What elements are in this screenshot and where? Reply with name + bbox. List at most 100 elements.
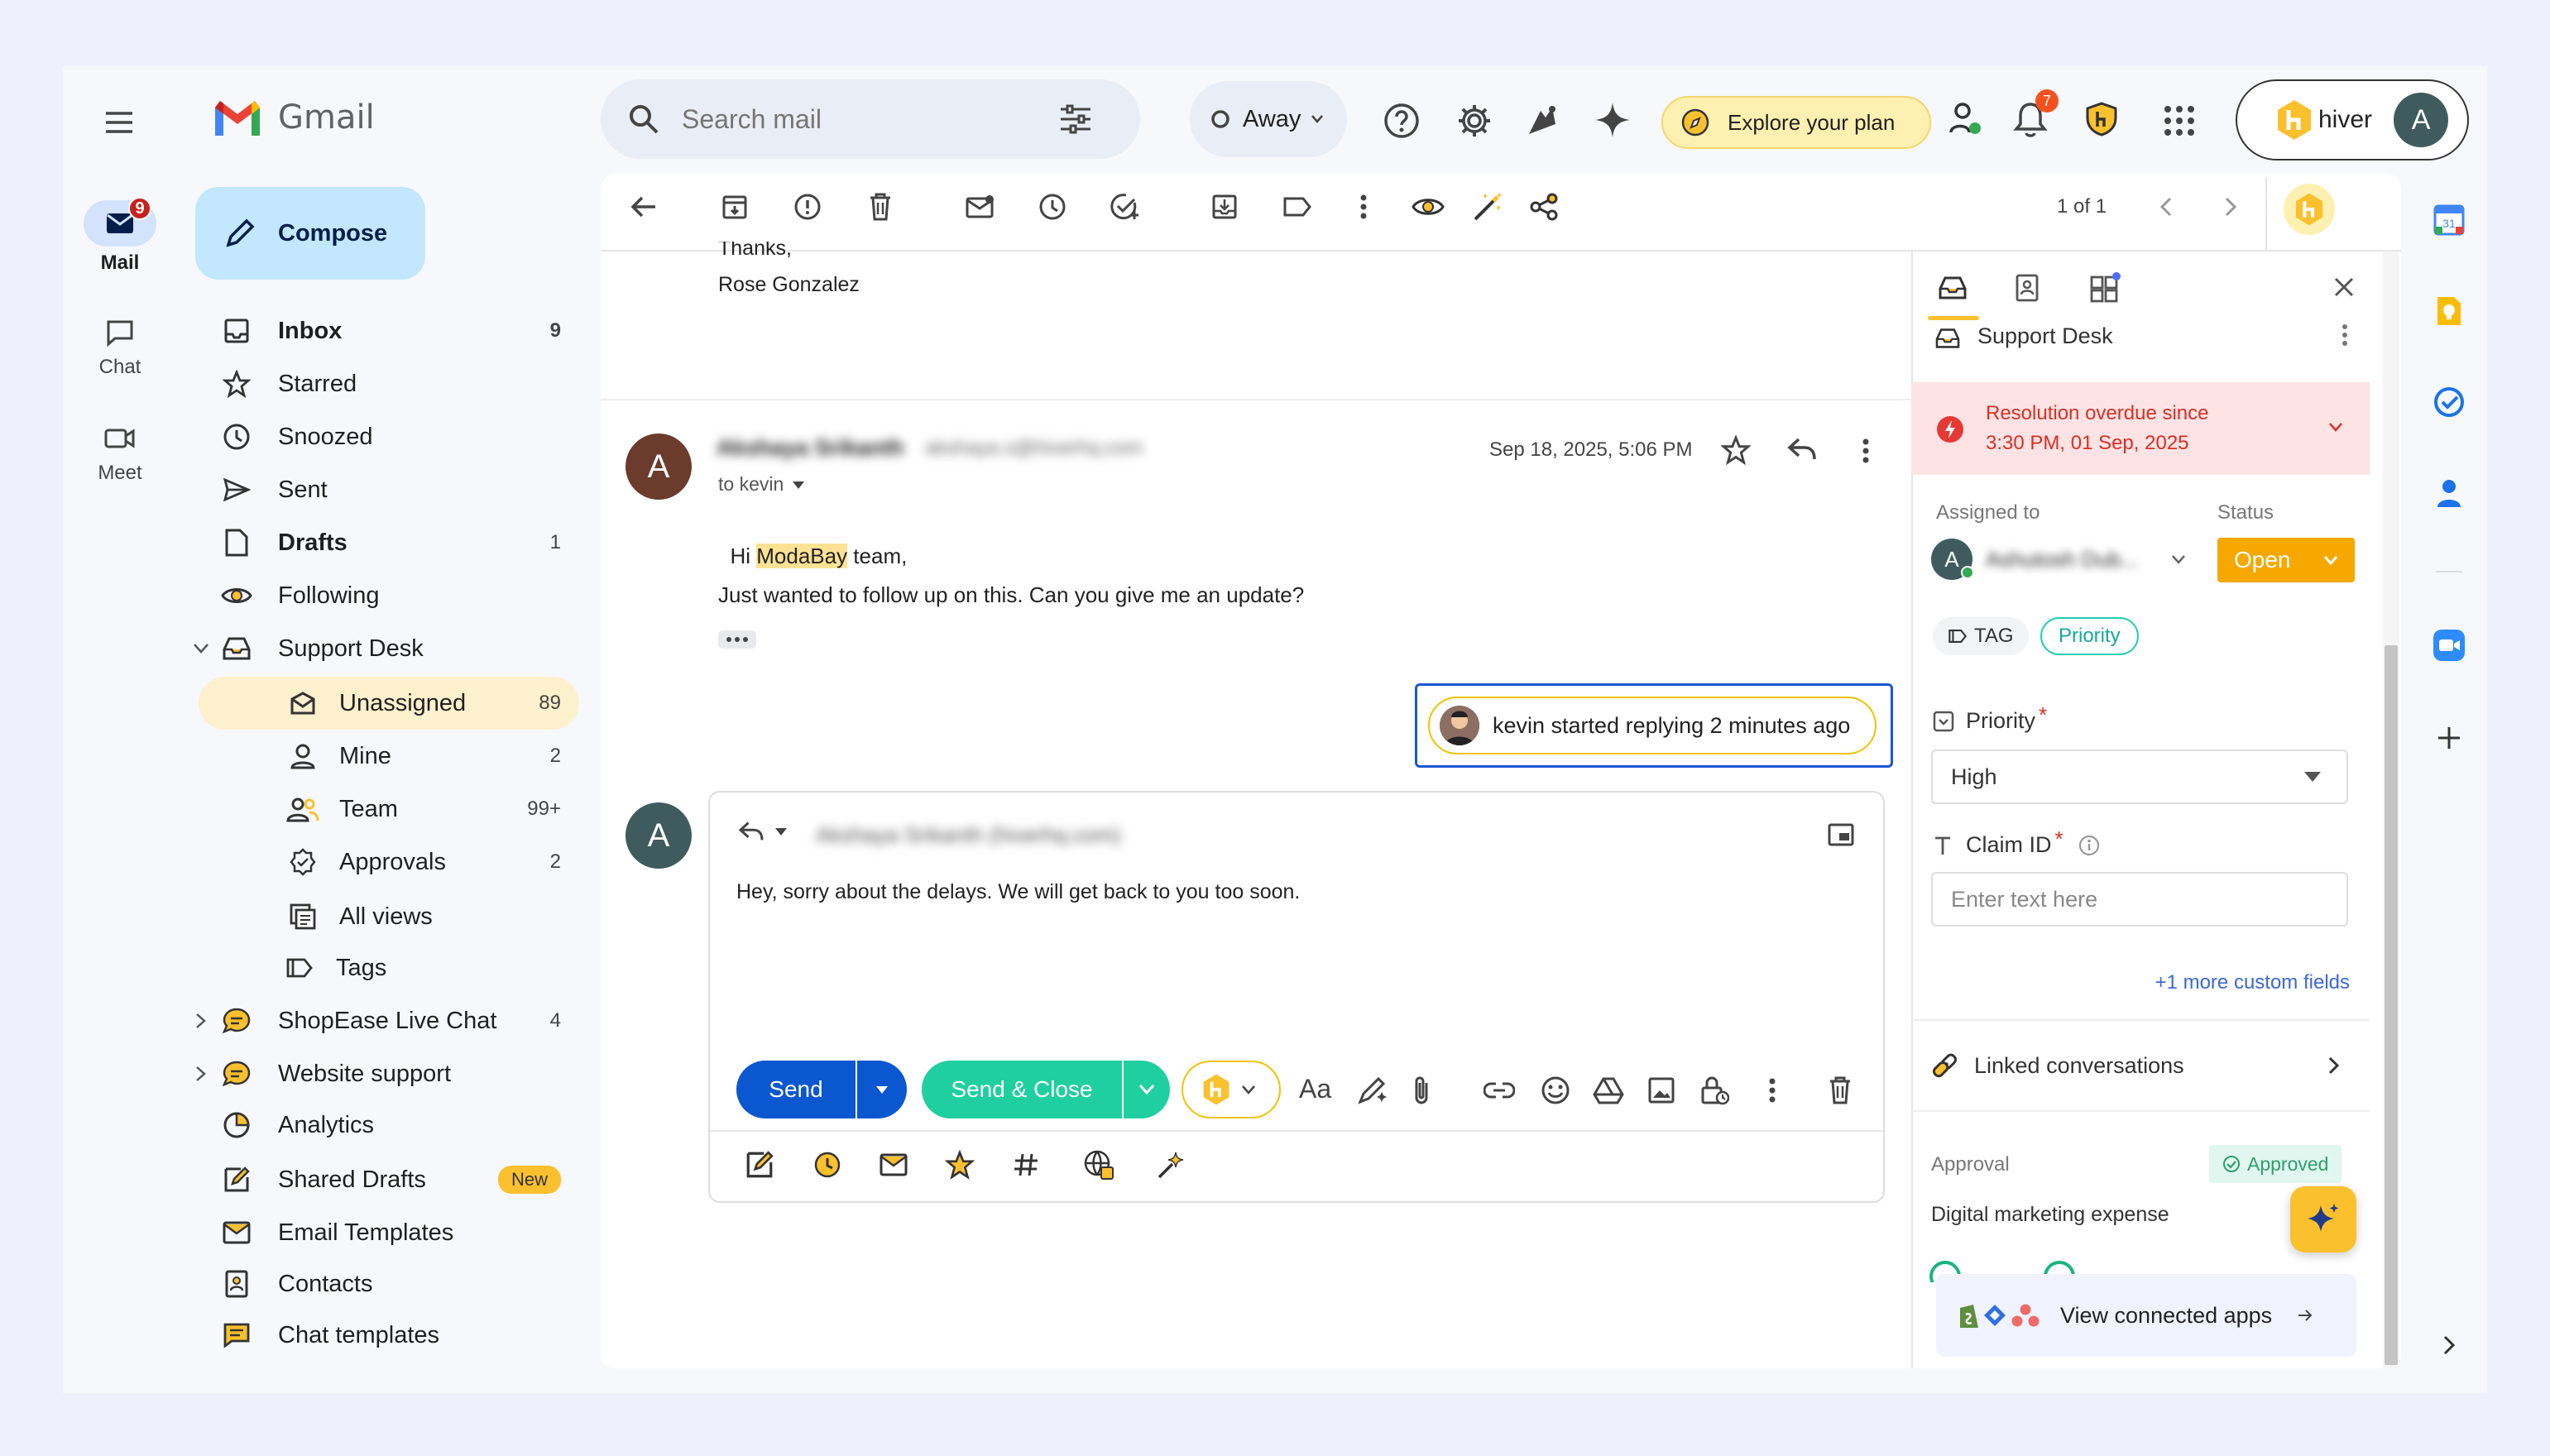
- sidebar-item-analytics[interactable]: Analytics: [195, 1100, 584, 1150]
- hiver-actions-button[interactable]: [1182, 1061, 1281, 1118]
- info-icon[interactable]: [2078, 835, 2100, 856]
- notifications-icon[interactable]: 7: [2012, 89, 2059, 139]
- sidebar-item-approvals[interactable]: Approvals 2: [195, 837, 584, 887]
- tab-contact[interactable]: [2009, 270, 2045, 306]
- user-status-icon[interactable]: [1948, 101, 1984, 137]
- discard-draft-icon[interactable]: [1822, 1072, 1858, 1109]
- expand-panel-icon[interactable]: [2433, 1329, 2466, 1362]
- add-tag-button[interactable]: TAG: [1933, 617, 2029, 655]
- email-template-icon[interactable]: [875, 1147, 912, 1183]
- ai-assistant-button[interactable]: [2290, 1186, 2356, 1252]
- reply-type-selector[interactable]: [738, 821, 788, 842]
- more-vert-icon[interactable]: [2341, 324, 2348, 346]
- report-spam-icon[interactable]: [789, 189, 826, 225]
- chevron-right-icon[interactable]: [2212, 189, 2249, 225]
- calendar-icon[interactable]: 31: [2433, 204, 2466, 237]
- status-selector[interactable]: Away: [1190, 81, 1347, 157]
- sidebar-item-email-templates[interactable]: Email Templates: [195, 1208, 584, 1257]
- sidebar-item-tags[interactable]: Tags: [195, 943, 584, 993]
- search-input[interactable]: [682, 103, 1046, 135]
- keep-icon[interactable]: [2433, 295, 2466, 328]
- delete-icon[interactable]: [862, 189, 899, 225]
- archive-icon[interactable]: [717, 189, 753, 225]
- apps-grid-icon[interactable]: [2163, 104, 2196, 137]
- gmail-logo[interactable]: Gmail: [212, 98, 375, 137]
- hiver-panel-toggle-icon[interactable]: [2284, 184, 2335, 235]
- snooze-icon[interactable]: [1034, 189, 1071, 225]
- tab-conversation[interactable]: [1933, 270, 1972, 306]
- hiver-shield-icon[interactable]: [2083, 101, 2120, 137]
- popout-icon[interactable]: [1827, 822, 1855, 847]
- more-vert-icon[interactable]: [1754, 1072, 1790, 1109]
- star-icon[interactable]: [942, 1147, 978, 1183]
- notes-icon[interactable]: [741, 1147, 778, 1183]
- chevron-left-icon[interactable]: [2148, 189, 2184, 225]
- sidebar-item-all-views[interactable]: All views: [195, 892, 584, 941]
- emoji-icon[interactable]: [1537, 1072, 1574, 1109]
- pen-sparkle-icon[interactable]: [1354, 1072, 1390, 1109]
- view-connected-apps-button[interactable]: View connected apps: [1936, 1274, 2356, 1357]
- sidebar-item-starred[interactable]: Starred: [195, 359, 584, 409]
- sidebar-item-inbox[interactable]: Inbox 9: [195, 306, 584, 356]
- explore-plan-button[interactable]: Explore your plan: [1661, 96, 1931, 149]
- claim-id-input[interactable]: Enter text here: [1931, 872, 2348, 927]
- move-to-icon[interactable]: [1206, 189, 1243, 225]
- link-icon[interactable]: [1481, 1072, 1517, 1109]
- hiver-account-pill[interactable]: hiver A: [2236, 79, 2469, 160]
- sidebar-item-mine[interactable]: Mine 2: [195, 731, 584, 781]
- gemini-sparkle-icon[interactable]: [1594, 101, 1632, 139]
- contacts-app-icon[interactable]: [2433, 477, 2466, 510]
- magic-wand-icon[interactable]: [1469, 189, 1506, 225]
- ai-sparkle-icon[interactable]: [1152, 1147, 1188, 1183]
- attachment-icon[interactable]: [1403, 1072, 1440, 1109]
- sidebar-item-drafts[interactable]: Drafts 1: [195, 518, 584, 568]
- priority-select[interactable]: High: [1931, 750, 2348, 804]
- status-dropdown[interactable]: Open: [2217, 538, 2355, 582]
- share-nodes-icon[interactable]: [1526, 189, 1562, 225]
- recipient-line[interactable]: to kevin: [718, 473, 805, 496]
- hashtag-icon[interactable]: [1008, 1147, 1044, 1183]
- formatting-button[interactable]: Aa: [1299, 1074, 1331, 1104]
- search-icon[interactable]: [627, 103, 660, 136]
- chevron-down-icon[interactable]: [2328, 422, 2343, 432]
- linked-conversations-row[interactable]: Linked conversations: [1931, 1047, 2348, 1084]
- add-app-icon[interactable]: [2433, 721, 2466, 754]
- zoom-icon[interactable]: [2433, 629, 2466, 662]
- confidential-lock-icon[interactable]: [1696, 1072, 1733, 1109]
- label-icon[interactable]: [1279, 189, 1316, 225]
- sidebar-item-shopease[interactable]: ShopEase Live Chat 4: [195, 996, 584, 1046]
- star-icon[interactable]: [1721, 435, 1751, 465]
- add-task-icon[interactable]: [1107, 189, 1143, 225]
- help-icon[interactable]: [1383, 103, 1420, 139]
- tab-apps[interactable]: [2087, 270, 2123, 306]
- sidebar-item-following[interactable]: Following: [195, 571, 584, 620]
- main-menu-icon[interactable]: [103, 106, 136, 139]
- rail-mail[interactable]: 9 Mail: [66, 197, 174, 275]
- extensions-icon[interactable]: [1524, 103, 1560, 139]
- settings-icon[interactable]: [1456, 103, 1493, 139]
- reply-icon[interactable]: [1787, 437, 1817, 462]
- sidebar-item-snoozed[interactable]: Snoozed: [195, 412, 584, 462]
- more-vert-icon[interactable]: [1345, 189, 1382, 225]
- translate-globe-icon[interactable]: [1081, 1147, 1117, 1183]
- back-arrow-icon[interactable]: [626, 189, 662, 225]
- sidebar-item-shared-drafts[interactable]: Shared Drafts New: [195, 1155, 584, 1205]
- send-button[interactable]: Send: [736, 1061, 856, 1118]
- sidebar-item-unassigned[interactable]: Unassigned 89: [195, 678, 584, 728]
- sidebar-item-support-desk[interactable]: Support Desk: [194, 624, 584, 673]
- approval-item[interactable]: Digital marketing expense: [1931, 1203, 2169, 1227]
- reply-body[interactable]: Hey, sorry about the delays. We will get…: [736, 880, 1300, 904]
- sla-clock-icon[interactable]: [809, 1147, 846, 1183]
- insert-photo-icon[interactable]: [1643, 1072, 1680, 1109]
- rail-chat[interactable]: Chat: [66, 314, 174, 379]
- send-and-close-button[interactable]: Send & Close: [922, 1061, 1122, 1118]
- account-avatar[interactable]: A: [2394, 93, 2449, 147]
- compose-button[interactable]: Compose: [195, 187, 425, 280]
- chevron-down-icon[interactable]: [189, 643, 213, 654]
- sidebar-item-contacts[interactable]: Contacts: [195, 1259, 584, 1309]
- sla-overdue-alert[interactable]: [1911, 382, 2370, 475]
- mark-unread-icon[interactable]: [961, 189, 998, 225]
- sidebar-item-chat-templates[interactable]: Chat templates: [195, 1310, 584, 1360]
- chevron-right-icon[interactable]: [189, 1066, 213, 1082]
- tasks-icon[interactable]: [2433, 386, 2466, 419]
